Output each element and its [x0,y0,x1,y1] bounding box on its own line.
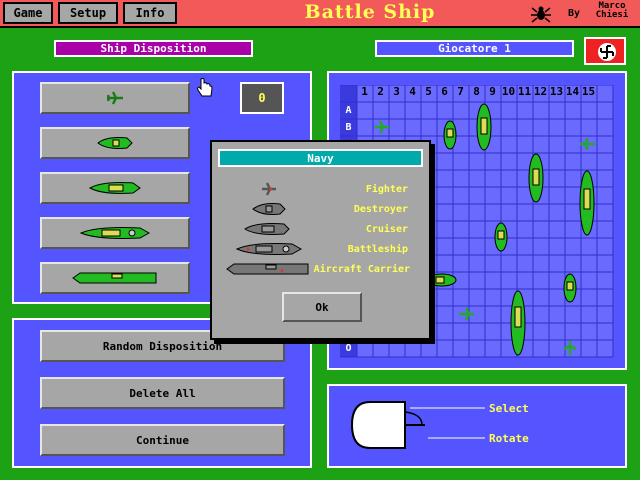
rotate-label: Rotate [489,432,529,445]
navy-destroyer-icon [252,203,286,215]
player-label: Giocatore 1 [375,40,574,57]
ship-disposition-label: Ship Disposition [54,40,253,57]
row-label-b: B [345,122,352,133]
mouse-icon [350,401,485,449]
title-bar: Game Setup Info Battle Ship By Marco Chi… [0,0,640,28]
column-label: 9 [489,85,496,98]
cruiser-icon [89,182,141,194]
destroyer-icon [97,137,133,149]
navy-battleship-icon [236,243,302,255]
menu-game-button[interactable]: Game [3,2,53,24]
author-last: Chiesi [595,10,629,20]
select-label: Select [489,402,529,415]
column-label: 8 [473,85,480,98]
column-label: 3 [393,85,400,98]
cruiser-button[interactable] [40,172,190,204]
navy-dialog: Navy Fighter Destroyer Cruiser Battleshi… [210,140,431,340]
fighter-button[interactable] [40,82,190,114]
column-label: 1 [361,85,368,98]
column-label: 2 [377,85,384,98]
column-label: 4 [409,85,416,98]
ship-count: 0 [240,82,284,114]
battleship-icon [80,227,150,239]
row-label-o: O [345,343,352,354]
destroyer-button[interactable] [40,127,190,159]
delete-all-button[interactable]: Delete All [40,377,285,409]
navy-fighter-label: Fighter [365,184,408,195]
navy-aircraft-carrier-label: Aircraft Carrier [313,264,410,275]
navy-cruiser-label: Cruiser [365,224,408,235]
column-label: 15 [581,85,596,98]
column-label: 5 [425,85,432,98]
swastika-icon [600,45,614,59]
aircraft-carrier-button[interactable] [40,262,190,294]
menu-info-button[interactable]: Info [123,2,177,24]
app-title: Battle Ship [304,1,436,23]
battleship-button[interactable] [40,217,190,249]
byline-by: By [568,8,581,19]
spider-icon [531,6,551,23]
row-label-a: A [345,105,352,116]
column-label: 7 [457,85,464,98]
column-label: 12 [533,85,548,98]
column-label: 10 [501,85,516,98]
dialog-title: Navy [218,149,423,167]
column-label: 13 [549,85,564,98]
navy-destroyer-label: Destroyer [353,204,408,215]
author-name: Marco Chiesi [590,2,634,20]
ok-button[interactable]: Ok [282,292,362,322]
navy-battleship-label: Battleship [347,244,408,255]
aircraft-carrier-icon [72,272,157,284]
navy-cruiser-icon [244,223,290,235]
fighter-icon [106,91,123,105]
hand-cursor-icon [197,78,213,97]
column-label: 6 [441,85,448,98]
menu-setup-button[interactable]: Setup [58,2,118,24]
player-flag [584,37,626,65]
column-label: 11 [517,85,532,98]
continue-button[interactable]: Continue [40,424,285,456]
navy-fighter-icon [262,182,276,196]
column-label: 14 [565,85,580,98]
